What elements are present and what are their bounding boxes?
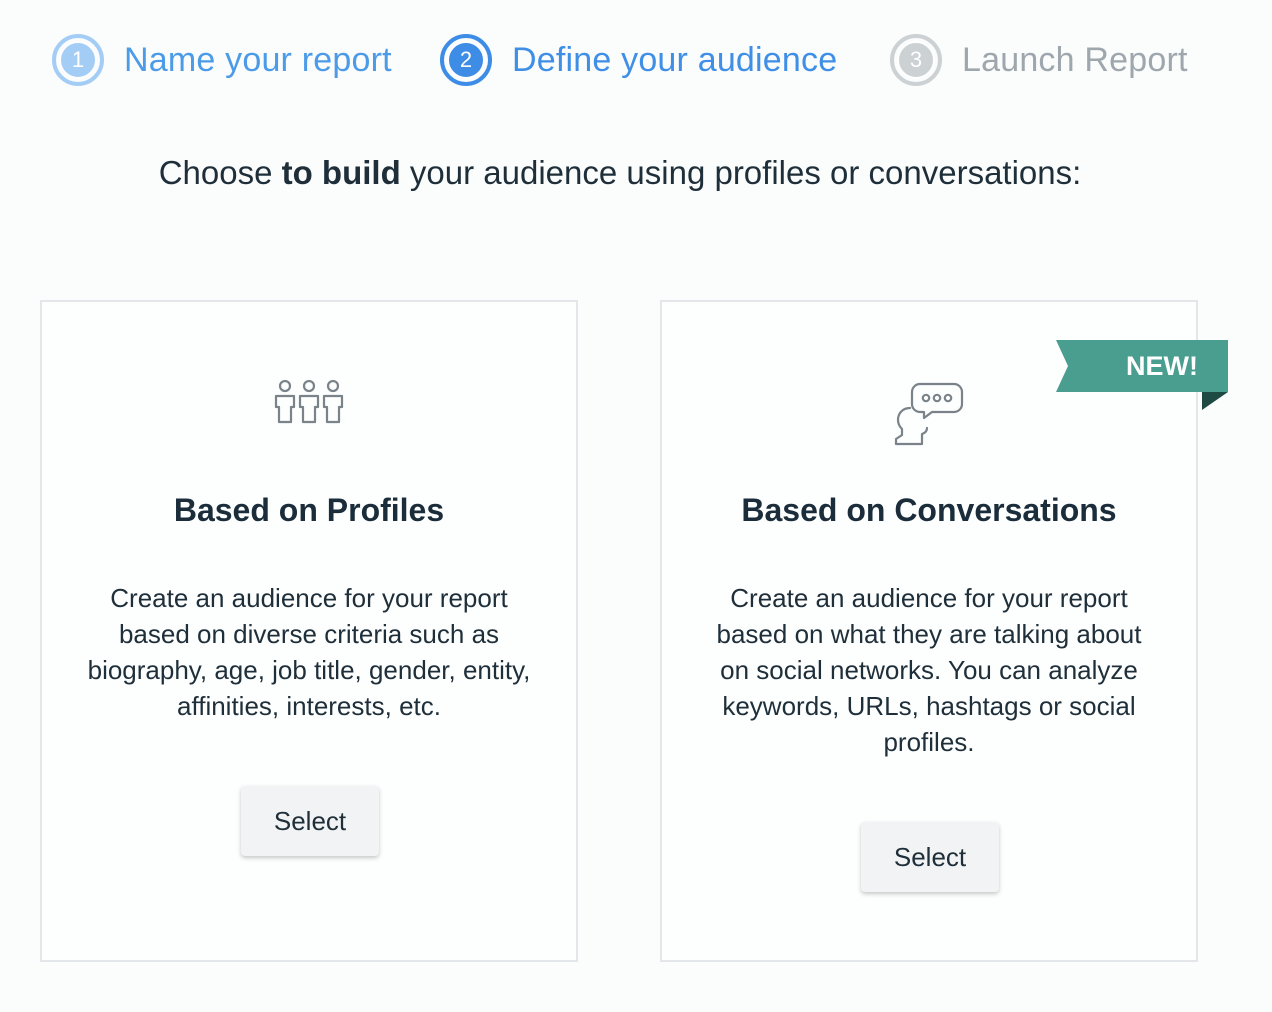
people-group-icon bbox=[42, 380, 576, 426]
select-conversations-button[interactable]: Select bbox=[861, 822, 999, 892]
step-name-your-report[interactable]: 1 Name your report bbox=[52, 30, 392, 90]
profiles-option-card: Based on Profiles Create an audience for… bbox=[40, 300, 578, 962]
new-badge-ribbon: NEW! bbox=[1056, 340, 1228, 410]
step-launch-report[interactable]: 3 Launch Report bbox=[890, 30, 1188, 90]
conversations-card-title: Based on Conversations bbox=[741, 492, 1117, 528]
step-2-indicator: 2 bbox=[440, 34, 492, 86]
step-3-indicator: 3 bbox=[890, 34, 942, 86]
step-2-label: Define your audience bbox=[512, 40, 838, 79]
conversations-card-description: Create an audience for your report based… bbox=[716, 583, 1142, 757]
step-1-number: 1 bbox=[59, 41, 97, 79]
wizard-stepper: 1 Name your report 2 Define your audienc… bbox=[52, 30, 1272, 92]
instruction-emphasis: to build bbox=[281, 154, 401, 191]
step-define-your-audience[interactable]: 2 Define your audience bbox=[440, 30, 837, 90]
instruction-prefix: Choose bbox=[158, 154, 282, 191]
step-1-label: Name your report bbox=[124, 40, 392, 79]
step-1-indicator: 1 bbox=[52, 34, 104, 86]
step-2-number: 2 bbox=[447, 41, 485, 79]
new-badge-label: NEW! bbox=[1126, 350, 1198, 381]
profiles-card-title: Based on Profiles bbox=[173, 492, 445, 528]
select-profiles-button[interactable]: Select bbox=[241, 786, 379, 856]
instruction-suffix: your audience using profiles or conversa… bbox=[400, 154, 1082, 191]
profiles-card-description: Create an audience for your report based… bbox=[87, 583, 531, 721]
page-instruction: Choose to build your audience using prof… bbox=[0, 154, 1240, 192]
step-3-label: Launch Report bbox=[962, 40, 1188, 79]
step-3-number: 3 bbox=[897, 41, 935, 79]
